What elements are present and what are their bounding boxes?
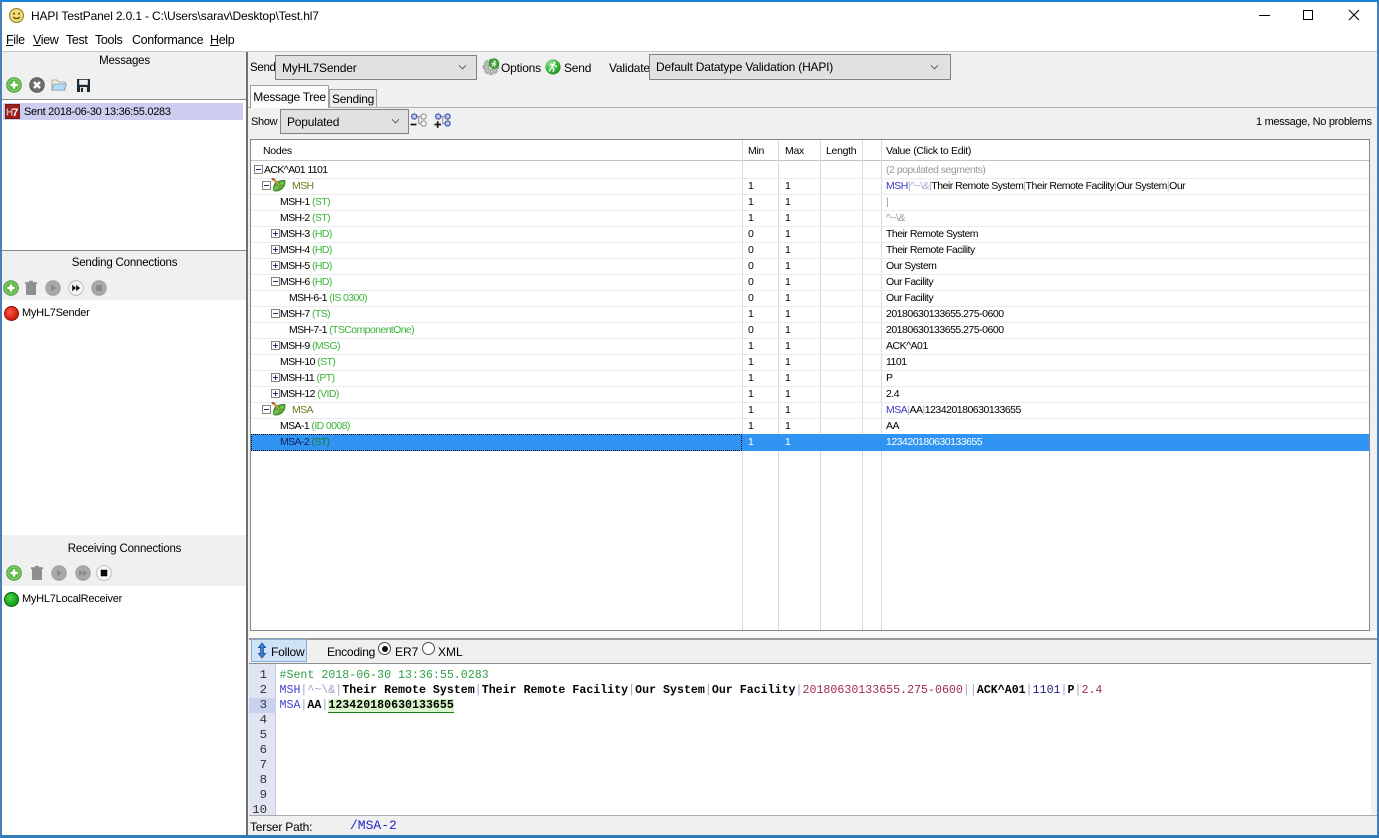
svg-text:7: 7 <box>12 107 18 119</box>
